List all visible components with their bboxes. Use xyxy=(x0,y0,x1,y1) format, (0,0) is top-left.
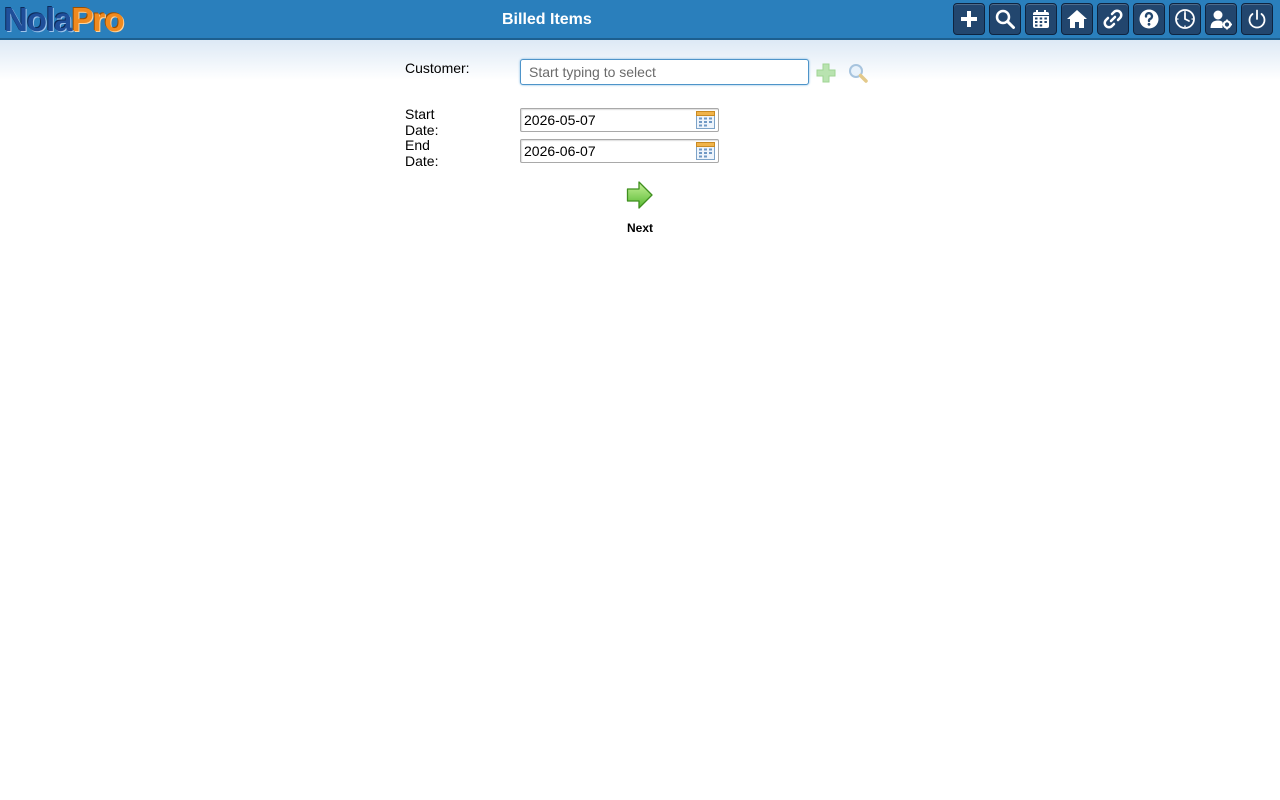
end-date-input[interactable] xyxy=(524,143,684,159)
lookup-customer-button[interactable] xyxy=(847,62,869,84)
start-date-calendar-icon[interactable] xyxy=(696,111,715,129)
next-arrow-icon xyxy=(626,181,653,209)
calendar-icon xyxy=(1033,10,1049,28)
calendar-button[interactable] xyxy=(1025,3,1057,35)
start-date-field xyxy=(520,108,719,132)
power-icon xyxy=(1248,9,1266,29)
help-button[interactable] xyxy=(1133,3,1165,35)
add-customer-icon xyxy=(816,63,836,83)
magnifier-icon xyxy=(849,64,868,83)
logout-button[interactable] xyxy=(1241,3,1273,35)
page-title: Billed Items xyxy=(502,11,592,28)
link-icon xyxy=(1103,9,1123,29)
clock-icon xyxy=(1175,9,1195,29)
start-date-label: Start Date: xyxy=(405,106,439,138)
nolapro-logo[interactable]: NolaPro xyxy=(4,1,125,39)
end-date-field xyxy=(520,139,719,163)
next-label[interactable]: Next xyxy=(627,221,653,235)
add-button[interactable] xyxy=(953,3,985,35)
logo-text-nola: Nola xyxy=(4,1,73,38)
search-icon xyxy=(995,9,1015,29)
end-date-calendar-icon[interactable] xyxy=(696,142,715,160)
customer-label: Customer: xyxy=(405,60,470,76)
home-button[interactable] xyxy=(1061,3,1093,35)
toolbar xyxy=(953,3,1273,35)
user-settings-button[interactable] xyxy=(1205,3,1237,35)
time-tracker-button[interactable] xyxy=(1169,3,1201,35)
logo-text-pro: Pro xyxy=(71,1,125,38)
next-button[interactable] xyxy=(620,180,660,213)
add-customer-button[interactable] xyxy=(815,62,837,84)
start-date-input[interactable] xyxy=(524,112,684,128)
search-button[interactable] xyxy=(989,3,1021,35)
link-button[interactable] xyxy=(1097,3,1129,35)
home-icon xyxy=(1067,10,1087,28)
help-icon xyxy=(1139,9,1159,29)
top-bar: NolaPro Billed Items xyxy=(0,0,1280,40)
add-icon xyxy=(961,11,977,27)
end-date-label: End Date: xyxy=(405,137,439,169)
user-settings-icon xyxy=(1210,10,1232,30)
customer-input[interactable] xyxy=(520,59,809,85)
